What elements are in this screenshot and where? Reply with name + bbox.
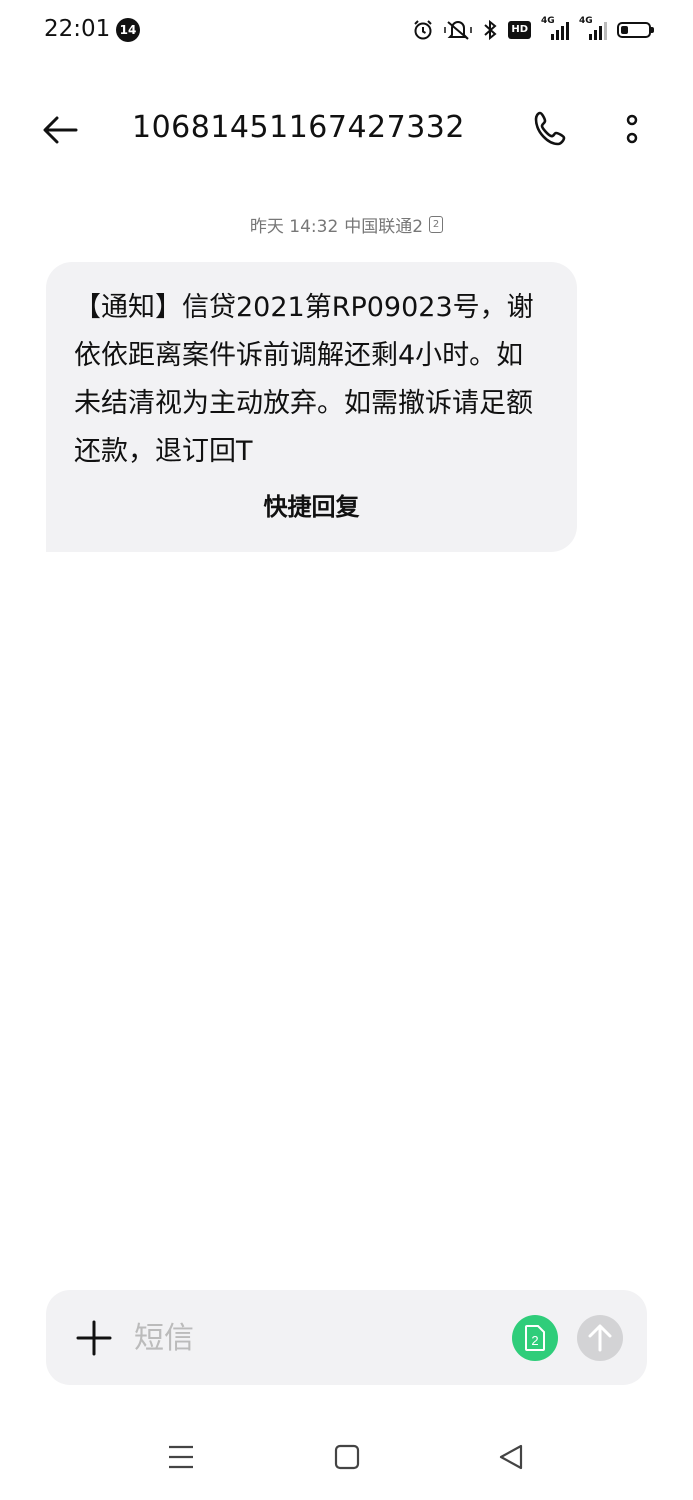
arrow-up-icon	[588, 1324, 612, 1352]
sim-select-button[interactable]: 2	[512, 1315, 558, 1361]
arrow-left-icon	[43, 116, 78, 144]
more-vertical-icon	[626, 114, 638, 144]
message-timestamp: 昨天 14:32 中国联通2 2	[0, 212, 693, 237]
square-icon	[334, 1444, 360, 1470]
status-icons: HD 4G 4G	[412, 16, 654, 42]
message-composer: 2	[46, 1290, 647, 1385]
message-date-time: 昨天 14:32	[249, 217, 339, 237]
status-time: 22:01	[44, 16, 111, 42]
call-button[interactable]	[530, 108, 572, 150]
back-button[interactable]	[40, 110, 80, 150]
sim-card-icon: 2	[429, 216, 444, 233]
attach-button[interactable]	[72, 1316, 116, 1360]
system-back-button[interactable]	[496, 1442, 526, 1472]
status-bar: 22:01 14 HD 4G 4G	[0, 0, 693, 62]
triangle-left-icon	[499, 1444, 523, 1470]
menu-icon	[169, 1445, 193, 1469]
alarm-icon	[412, 18, 434, 42]
more-options-button[interactable]	[614, 108, 650, 150]
page-title: 10681451167427332	[132, 110, 465, 145]
plus-icon	[76, 1320, 112, 1356]
message-text: 【通知】信贷2021第RP09023号，谢依依距离案件诉前调解还剩4小时。如未结…	[74, 292, 534, 467]
recent-apps-button[interactable]	[166, 1442, 196, 1472]
notification-count-badge: 14	[116, 18, 140, 42]
vibrate-mute-icon	[444, 18, 473, 42]
message-bubble[interactable]: 【通知】信贷2021第RP09023号，谢依依距离案件诉前调解还剩4小时。如未结…	[46, 262, 577, 552]
sim-card-icon: 2	[525, 1325, 545, 1351]
home-button[interactable]	[332, 1442, 362, 1472]
signal-sim1-icon: 4G	[541, 16, 569, 42]
conversation-header: 10681451167427332	[0, 92, 693, 168]
message-input[interactable]	[132, 1312, 496, 1364]
send-button[interactable]	[577, 1315, 623, 1361]
signal-sim2-icon: 4G	[579, 16, 607, 42]
hd-icon: HD	[508, 18, 531, 42]
bluetooth-icon	[482, 18, 498, 42]
svg-text:2: 2	[531, 1333, 538, 1348]
quick-reply-button[interactable]: 快捷回复	[46, 487, 577, 522]
battery-icon	[617, 18, 654, 42]
carrier-label: 中国联通2	[344, 217, 424, 237]
system-navigation-bar	[0, 1420, 693, 1500]
phone-icon	[534, 111, 566, 146]
